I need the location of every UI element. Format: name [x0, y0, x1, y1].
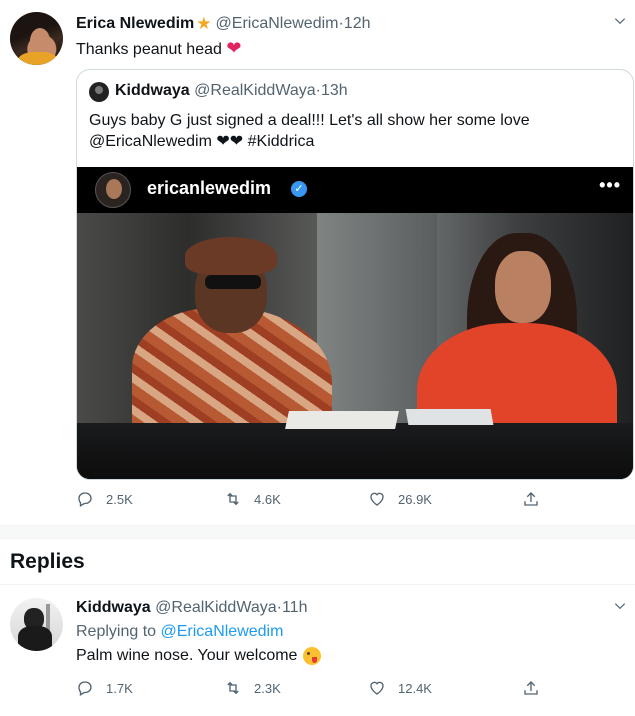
- reply-button[interactable]: 2.5K: [76, 490, 133, 508]
- reply-text: Palm wine nose. Your welcome: [76, 647, 298, 664]
- quoted-media-image[interactable]: ericanlewedim ✓ •••: [77, 167, 633, 479]
- verified-badge-icon: ✓: [291, 181, 307, 197]
- heart-emoji: ❤: [226, 38, 242, 58]
- instagram-header: ericanlewedim ✓ •••: [77, 167, 633, 213]
- quoted-text-line-2: @EricaNlewedim ❤❤ #Kiddrica: [89, 133, 315, 150]
- like-button[interactable]: 12.4K: [368, 679, 432, 697]
- quoted-text-line-1: Guys baby G just signed a deal!!! Let's …: [89, 112, 530, 129]
- reply-author-handle[interactable]: @RealKiddWaya: [155, 599, 276, 617]
- chevron-down-icon[interactable]: [613, 599, 627, 613]
- reply-time[interactable]: 11h: [282, 599, 308, 617]
- replying-to: Replying to @EricaNlewedim: [76, 623, 283, 641]
- reply-tweet[interactable]: Kiddwaya @RealKiddWaya · 11h Replying to…: [0, 585, 635, 716]
- reply-button[interactable]: 1.7K: [76, 679, 133, 697]
- like-button[interactable]: 26.9K: [368, 490, 432, 508]
- retweet-icon: [227, 681, 239, 695]
- share-button[interactable]: [522, 490, 552, 508]
- quoted-author-handle[interactable]: @RealKiddWaya: [194, 82, 315, 100]
- quoted-tweet-time[interactable]: 13h: [321, 82, 348, 100]
- heart-icon: [370, 681, 384, 695]
- reply-icon: [78, 681, 92, 696]
- tweet-time[interactable]: 12h: [344, 15, 371, 33]
- retweet-count: 2.3K: [254, 680, 281, 696]
- like-count: 12.4K: [398, 680, 432, 696]
- retweet-icon: [227, 492, 239, 506]
- replying-label: Replying to: [76, 623, 161, 640]
- author-avatar[interactable]: [10, 12, 63, 65]
- section-divider: [0, 525, 635, 539]
- quoted-author-name[interactable]: Kiddwaya: [115, 82, 190, 100]
- main-tweet[interactable]: Erica Nlewedim ★ @EricaNlewedim · 12h Th…: [0, 0, 635, 525]
- retweet-count: 4.6K: [254, 491, 281, 507]
- reply-count: 2.5K: [106, 491, 133, 507]
- reply-header: Kiddwaya @RealKiddWaya · 11h: [76, 599, 307, 617]
- quoted-tweet-header: Kiddwaya @RealKiddWaya · 13h: [115, 82, 348, 100]
- chevron-down-icon[interactable]: [613, 14, 627, 28]
- tweet-text: Thanks peanut head: [76, 41, 222, 58]
- instagram-avatar: [95, 172, 131, 208]
- reply-icon: [78, 492, 92, 507]
- share-icon: [524, 492, 538, 506]
- tweet-actions: 2.5K 4.6K 26.9K: [76, 490, 546, 518]
- reply-count: 1.7K: [106, 680, 133, 696]
- quoted-author-avatar[interactable]: [89, 82, 109, 102]
- retweet-button[interactable]: 4.6K: [224, 490, 281, 508]
- tweet-header: Erica Nlewedim ★ @EricaNlewedim · 12h: [76, 14, 371, 34]
- reply-text-row: Palm wine nose. Your welcome: [76, 647, 322, 665]
- retweet-button[interactable]: 2.3K: [224, 679, 281, 697]
- signing-photo: [77, 213, 633, 479]
- quoted-tweet[interactable]: Kiddwaya @RealKiddWaya · 13h Guys baby G…: [76, 69, 634, 480]
- share-icon: [524, 681, 538, 695]
- quoted-tweet-text: Guys baby G just signed a deal!!! Let's …: [89, 110, 629, 152]
- replying-handle-link[interactable]: @EricaNlewedim: [161, 623, 284, 640]
- author-handle[interactable]: @EricaNlewedim: [216, 15, 339, 33]
- instagram-username: ericanlewedim: [147, 178, 272, 198]
- like-count: 26.9K: [398, 491, 432, 507]
- heart-icon: [370, 492, 384, 506]
- reply-author-name[interactable]: Kiddwaya: [76, 599, 151, 617]
- reply-author-avatar[interactable]: [10, 598, 63, 651]
- more-options-icon: •••: [599, 175, 621, 195]
- tweet-text-row: Thanks peanut head ❤: [76, 37, 241, 61]
- star-icon: ★: [196, 14, 212, 33]
- share-button[interactable]: [522, 679, 552, 697]
- replies-heading: Replies: [10, 550, 85, 573]
- zany-face-emoji-icon: [303, 647, 322, 665]
- reply-actions: 1.7K 2.3K 12.4K: [76, 679, 546, 707]
- author-name[interactable]: Erica Nlewedim: [76, 15, 194, 33]
